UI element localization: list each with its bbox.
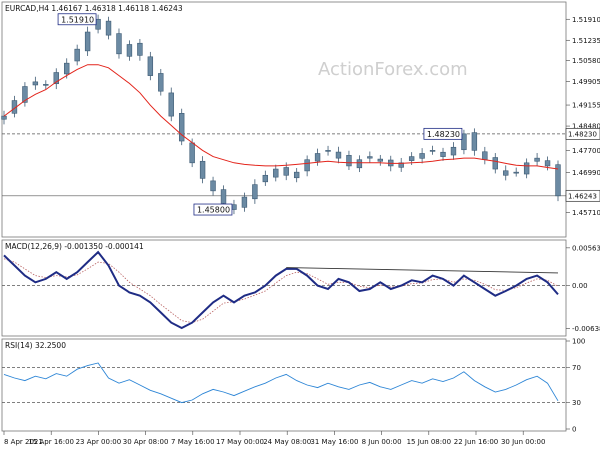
y-tick-label: 1.51910 bbox=[572, 16, 600, 24]
candle-body bbox=[241, 196, 248, 208]
y-tick-label: 100 bbox=[572, 338, 585, 346]
x-tick-label: 15 Apr 16:00 bbox=[28, 438, 74, 446]
candle-body bbox=[503, 170, 509, 176]
candle-body bbox=[116, 33, 122, 55]
y-tick-label: 1.46990 bbox=[572, 169, 600, 177]
candle-body bbox=[534, 157, 540, 162]
candle-body bbox=[105, 20, 112, 36]
y-tick-label: 1.51235 bbox=[572, 37, 600, 45]
y-tick-label: 30 bbox=[572, 399, 581, 407]
rsi-panel-title: RSI(14) 32.2500 bbox=[5, 341, 66, 350]
candle-body bbox=[210, 180, 216, 192]
candle-body bbox=[64, 62, 70, 75]
candle-body bbox=[356, 159, 363, 169]
candle-body bbox=[252, 184, 258, 200]
candle-body bbox=[137, 42, 143, 56]
candle-body bbox=[304, 159, 310, 172]
candle-body bbox=[273, 168, 279, 178]
candle-body bbox=[346, 155, 352, 167]
candle-body bbox=[199, 160, 206, 179]
macd-panel-title: MACD(12,26,9) -0.001350 -0.000141 bbox=[5, 242, 144, 251]
candle-body bbox=[325, 150, 331, 152]
price-panel-title: EURCAD,H4 1.46167 1.46318 1.46118 1.4624… bbox=[5, 4, 183, 13]
y-tick-label: 1.47700 bbox=[572, 147, 600, 155]
candle-body bbox=[189, 142, 195, 164]
candle-body bbox=[220, 189, 227, 204]
candle-body bbox=[262, 174, 269, 183]
x-tick-label: 7 May 16:00 bbox=[171, 438, 215, 446]
annotation-label: 1.51910 bbox=[61, 15, 94, 24]
candle-body bbox=[523, 162, 530, 175]
candle-body bbox=[492, 157, 498, 170]
candle-body bbox=[377, 158, 384, 162]
candle-body bbox=[43, 84, 49, 86]
candle-body bbox=[419, 153, 425, 159]
candle-body bbox=[293, 171, 300, 179]
x-tick-label: 30 Jun 00:00 bbox=[501, 438, 545, 446]
candle-body bbox=[482, 151, 488, 161]
candle-body bbox=[450, 146, 457, 156]
x-tick-label: 15 Jun 08:00 bbox=[407, 438, 451, 446]
x-tick-label: 8 Jun 00:00 bbox=[362, 438, 402, 446]
candle-body bbox=[544, 160, 551, 167]
candle-body bbox=[74, 48, 80, 62]
y-tick-label: 70 bbox=[572, 364, 581, 372]
candle-body bbox=[314, 153, 321, 162]
candle-body bbox=[471, 132, 478, 151]
y-tick-label: -0.00638 bbox=[572, 325, 600, 333]
candle-body bbox=[335, 151, 342, 159]
y-tick-label: 1.49155 bbox=[572, 102, 600, 110]
watermark: ActionForex.com bbox=[318, 59, 468, 80]
eurcad-h4-chart: ActionForex.com 1.51910 1.45800 1.48230 1.… bbox=[0, 0, 600, 450]
x-tick-label: 23 Apr 00:00 bbox=[76, 438, 122, 446]
candle-body bbox=[408, 156, 415, 161]
y-tick-label: 0.00 bbox=[572, 282, 588, 290]
candle-body bbox=[283, 167, 289, 176]
candle-body bbox=[178, 113, 185, 142]
candle-body bbox=[84, 31, 91, 52]
annotation-label: 1.48230 bbox=[427, 130, 460, 139]
candle-body bbox=[158, 73, 164, 92]
x-tick-label: 30 Apr 08:00 bbox=[123, 438, 169, 446]
candle-body bbox=[513, 171, 519, 174]
candle-body bbox=[440, 151, 446, 157]
price-tag-label: 1.46243 bbox=[568, 192, 597, 200]
x-tick-label: 22 Jun 16:00 bbox=[454, 438, 498, 446]
y-tick-label: 1.45710 bbox=[572, 209, 600, 217]
y-tick-label: 1.49905 bbox=[572, 78, 600, 86]
candle-body bbox=[168, 92, 174, 117]
candle-body bbox=[555, 164, 561, 197]
price-tag-label: 1.48230 bbox=[568, 130, 597, 138]
candle-body bbox=[367, 156, 373, 159]
y-tick-label: 1.50580 bbox=[572, 57, 600, 65]
candle-body bbox=[147, 56, 154, 76]
candle-body bbox=[1, 115, 7, 120]
y-tick-label: 0 bbox=[572, 426, 576, 434]
y-tick-label: 0.00563 bbox=[572, 244, 600, 252]
x-tick-label: 24 May 08:00 bbox=[263, 438, 311, 446]
annotation-label: 1.45800 bbox=[197, 206, 230, 215]
candle-body bbox=[32, 81, 39, 86]
x-tick-label: 31 May 16:00 bbox=[310, 438, 358, 446]
candle-body bbox=[126, 44, 133, 57]
candle-body bbox=[429, 150, 436, 152]
x-tick-label: 17 May 00:00 bbox=[216, 438, 264, 446]
